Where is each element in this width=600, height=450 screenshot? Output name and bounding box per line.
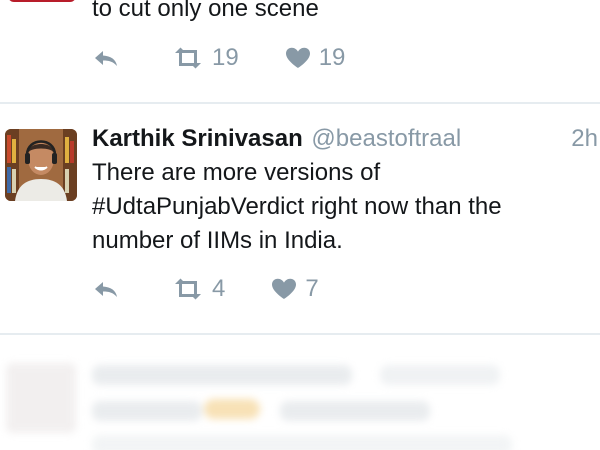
tweet-text-line: number of IIMs in India. bbox=[92, 227, 343, 254]
avatar-photo bbox=[5, 129, 77, 201]
blurred-line bbox=[380, 365, 500, 385]
timeline: to cut only one scene 19 19 Karthik Srin… bbox=[0, 0, 600, 450]
like-button[interactable]: 7 bbox=[271, 275, 319, 303]
reply-icon bbox=[95, 51, 117, 66]
tweet[interactable]: to cut only one scene 19 19 bbox=[0, 0, 600, 103]
avatar[interactable] bbox=[5, 129, 77, 201]
heart-icon bbox=[285, 47, 310, 68]
tweet-divider bbox=[0, 102, 600, 104]
tweet-text: to cut only one scene bbox=[92, 0, 319, 22]
retweet-count: 4 bbox=[212, 275, 226, 302]
blurred-line bbox=[92, 401, 202, 421]
like-button[interactable]: 19 bbox=[285, 44, 346, 72]
avatar[interactable] bbox=[8, 0, 76, 2]
blurred-line bbox=[92, 365, 352, 385]
tweet-blurred bbox=[0, 335, 600, 450]
retweet-button[interactable]: 19 bbox=[172, 44, 239, 72]
tweet-text: There are more versions of #UdtaPunjabVe… bbox=[92, 156, 592, 258]
retweet-icon bbox=[175, 47, 201, 69]
display-name[interactable]: Karthik Srinivasan bbox=[92, 125, 303, 152]
timestamp[interactable]: 2h bbox=[571, 123, 598, 155]
tweet[interactable]: Karthik Srinivasan @beastoftraal 2h Ther… bbox=[0, 105, 600, 333]
like-count: 7 bbox=[305, 275, 319, 302]
tweet-header: Karthik Srinivasan @beastoftraal bbox=[92, 123, 461, 155]
tweet-text-line: There are more versions of bbox=[92, 159, 381, 186]
like-count: 19 bbox=[318, 44, 346, 71]
blurred-line bbox=[280, 401, 430, 421]
reply-icon bbox=[95, 282, 117, 297]
heart-icon bbox=[272, 278, 297, 299]
tweet-text-line[interactable]: #UdtaPunjabVerdict right now than the bbox=[92, 190, 592, 224]
retweet-count: 19 bbox=[212, 44, 239, 71]
blurred-content bbox=[0, 335, 600, 450]
retweet-icon bbox=[175, 278, 201, 300]
tweet-actions: 4 7 bbox=[92, 272, 319, 306]
blurred-line bbox=[92, 435, 512, 450]
reply-button[interactable] bbox=[92, 47, 120, 69]
blurred-emoji bbox=[204, 399, 260, 419]
tweet-actions: 19 19 bbox=[92, 41, 345, 75]
retweet-button[interactable]: 4 bbox=[172, 275, 225, 303]
user-handle[interactable]: @beastoftraal bbox=[311, 125, 461, 152]
avatar bbox=[6, 363, 76, 433]
reply-button[interactable] bbox=[92, 278, 120, 300]
